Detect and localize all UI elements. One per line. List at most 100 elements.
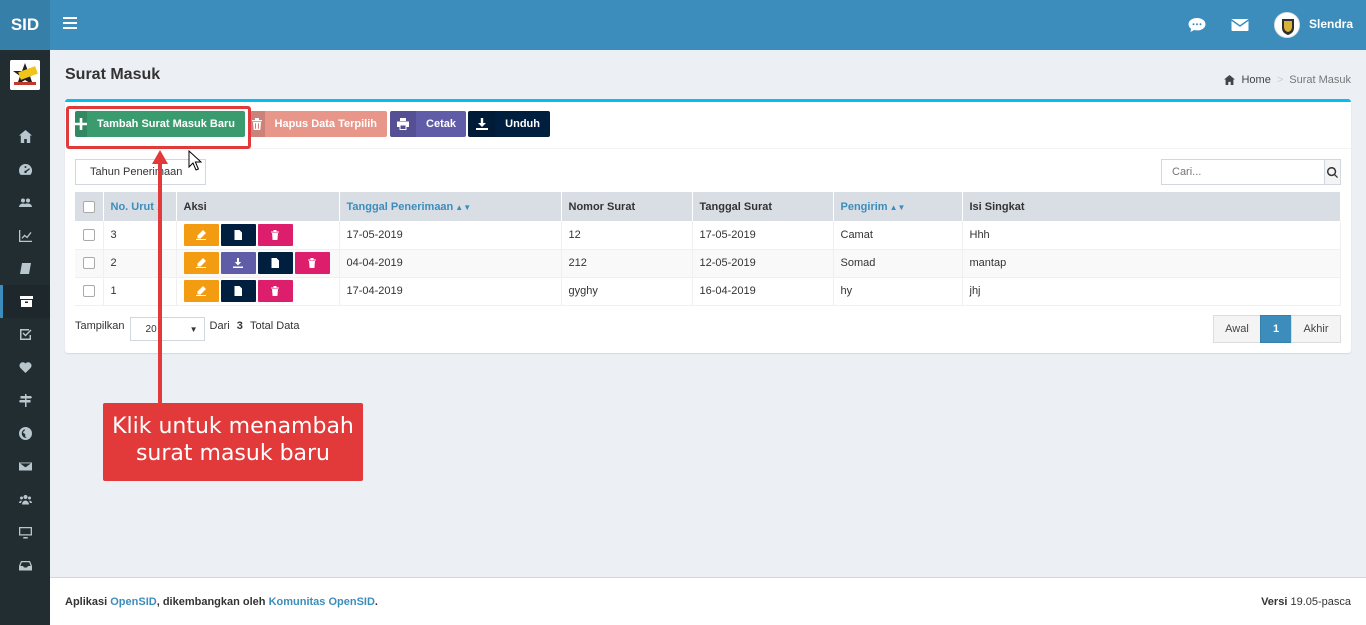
mouse-cursor-icon [188, 150, 202, 171]
row-checkbox[interactable] [82, 285, 95, 298]
sidebar-item-inbox[interactable] [0, 549, 50, 582]
row-checkbox[interactable] [82, 228, 95, 241]
delete-button[interactable] [257, 280, 293, 302]
cell-tanggal-penerimaan: 17-04-2019 [339, 277, 562, 306]
sidebar-item-archive[interactable] [0, 285, 50, 318]
delete-selected-button[interactable]: Hapus Data Terpilih [250, 111, 387, 137]
edit-button[interactable] [183, 280, 219, 302]
cell-isi-singkat: mantap [962, 249, 1341, 278]
header-isi-singkat: Isi Singkat [962, 192, 1341, 221]
search-input[interactable] [1161, 159, 1325, 185]
page-current[interactable]: 1 [1260, 315, 1292, 343]
sidebar-item-home[interactable] [0, 120, 50, 153]
edit-button[interactable] [183, 223, 219, 246]
users-icon [18, 198, 32, 207]
select-all-checkbox[interactable] [82, 200, 95, 213]
page-size-control: Tampilkan 20 ▼ Dari 3 Total Data [75, 314, 300, 341]
print-button[interactable]: Cetak [390, 111, 466, 137]
header-tanggal-surat: Tanggal Surat [692, 192, 834, 221]
cell-no: 2 [103, 249, 177, 278]
header-aksi: Aksi [176, 192, 340, 221]
download-button[interactable]: Unduh [468, 111, 550, 137]
header-tanggal-penerimaan[interactable]: Tanggal Penerimaan ▲▼ [339, 192, 562, 221]
disposition-button[interactable] [257, 252, 293, 274]
chat-icon[interactable] [1187, 15, 1207, 35]
header-nomor-surat: Nomor Surat [561, 192, 693, 221]
row-checkbox[interactable] [82, 257, 95, 270]
cell-tanggal-surat: 12-05-2019 [692, 249, 834, 278]
cell-nomor-surat: 212 [561, 249, 693, 278]
annotation-callout: Klik untuk menambah surat masuk baru [103, 403, 363, 481]
cell-aksi [176, 221, 340, 250]
breadcrumb-home[interactable]: Home [1241, 74, 1270, 86]
download-icon [475, 118, 488, 130]
opensid-link[interactable]: OpenSID [110, 596, 156, 608]
select-all-header [75, 192, 104, 221]
sidebar-item-group[interactable] [0, 483, 50, 516]
disposition-button[interactable] [220, 223, 256, 246]
divider [65, 148, 1351, 149]
total-count: 3 [236, 320, 243, 332]
archive-icon [20, 296, 33, 307]
user-name[interactable]: Slendra [1309, 17, 1353, 31]
download-file-button[interactable] [220, 252, 256, 274]
cell-nomor-surat: 12 [561, 221, 693, 250]
search-button[interactable] [1325, 159, 1341, 185]
home-icon [18, 130, 32, 143]
sidebar-item-chart[interactable] [0, 219, 50, 252]
page-last[interactable]: Akhir [1291, 315, 1341, 343]
cell-no: 3 [103, 221, 177, 250]
print-icon [397, 118, 410, 130]
sidebar-item-check-square[interactable] [0, 318, 50, 351]
cell-nomor-surat: gyghy [561, 277, 693, 306]
breadcrumb-separator: > [1276, 74, 1284, 86]
sidebar-item-signpost[interactable] [0, 384, 50, 417]
cell-tanggal-surat: 17-05-2019 [692, 221, 834, 250]
download-file-icon [233, 258, 243, 268]
sidebar-item-users[interactable] [0, 186, 50, 219]
delete-button[interactable] [294, 252, 330, 274]
total-label: Total Data [249, 320, 300, 332]
disposition-icon [271, 258, 279, 268]
dashboard-icon [18, 163, 32, 175]
cell-pengirim: Camat [833, 221, 963, 250]
table-row: 3 17-05-2019 12 17-05-2019 Camat Hhh [75, 221, 1341, 250]
delete-icon [308, 258, 316, 268]
envelope-icon [18, 462, 32, 471]
group-icon [18, 495, 32, 505]
delete-button[interactable] [257, 223, 293, 246]
sidebar-item-desktop[interactable] [0, 516, 50, 549]
footer: Aplikasi OpenSID, dikembangkan oleh Komu… [50, 577, 1366, 625]
disposition-icon [234, 229, 242, 240]
page-first[interactable]: Awal [1213, 315, 1261, 343]
menu-toggle-icon[interactable] [63, 17, 77, 31]
sidebar-item-dashboard[interactable] [0, 153, 50, 186]
signpost-icon [18, 394, 32, 407]
year-filter-select[interactable]: Tahun Penerimaan [75, 159, 206, 185]
pagination: Awal 1 Akhir [1213, 315, 1341, 343]
envelope-icon[interactable] [1230, 15, 1250, 35]
page-size-select[interactable]: 20 ▼ [129, 317, 205, 341]
cell-tanggal-surat: 16-04-2019 [692, 277, 834, 306]
sidebar-item-globe[interactable] [0, 417, 50, 450]
edit-button[interactable] [183, 252, 219, 274]
annotation-highlight-box [66, 106, 251, 149]
disposition-icon [234, 286, 242, 296]
footer-version: Versi 19.05-pasca [1261, 596, 1351, 608]
sidebar-item-book[interactable] [0, 252, 50, 285]
breadcrumb: Home > Surat Masuk [1224, 74, 1351, 86]
edit-icon [196, 229, 206, 240]
app-logo[interactable]: SID [0, 0, 50, 50]
community-link[interactable]: Komunitas OpenSID [269, 596, 375, 608]
desktop-icon [18, 527, 32, 539]
letters-table: No. Urut▲ Aksi Tanggal Penerimaan▲▼ Nomo… [75, 192, 1341, 306]
annotation-arrow [158, 162, 162, 404]
avatar[interactable] [1274, 12, 1300, 38]
sidebar-item-heart[interactable] [0, 351, 50, 384]
from-label: Dari [209, 320, 230, 332]
header-no-urut[interactable]: No. Urut▲ [103, 192, 177, 221]
header-pengirim[interactable]: Pengirim ▲▼ [833, 192, 963, 221]
disposition-button[interactable] [220, 280, 256, 302]
sidebar-item-envelope[interactable] [0, 450, 50, 483]
table-row: 2 04-04-2019 212 12-05-2019 Somad mantap [75, 249, 1341, 278]
